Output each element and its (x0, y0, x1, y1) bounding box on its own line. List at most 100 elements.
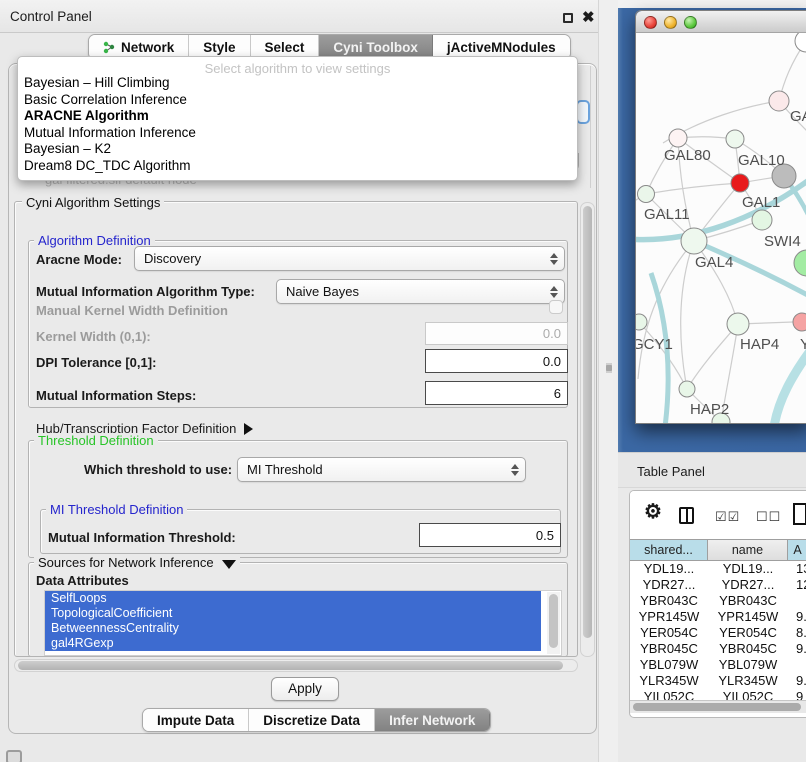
sources-toggle[interactable]: Sources for Network Inference (34, 555, 240, 570)
scrollbar-thumb[interactable] (583, 206, 592, 638)
deselect-all-columns-icon[interactable]: ☐☐ (756, 509, 781, 525)
scrollbar-thumb[interactable] (18, 661, 563, 670)
table-row[interactable]: YIL052CYIL052C9 (630, 689, 806, 700)
tab-infer-network[interactable]: Infer Network (375, 709, 490, 731)
table-horizontal-scrollbar[interactable] (630, 700, 806, 713)
close-icon[interactable]: ✖ (582, 8, 595, 26)
cell-value: 8. (788, 625, 806, 641)
tab-discretize-data[interactable]: Discretize Data (249, 709, 375, 731)
which-threshold-value: MI Threshold (247, 462, 323, 477)
aracne-mode-combo[interactable]: Discovery (134, 246, 565, 271)
close-traffic-light-icon[interactable] (644, 16, 657, 29)
column-header-name[interactable]: name (708, 540, 788, 560)
node-gal80[interactable] (669, 129, 687, 147)
tab-cyni-toolbox-label: Cyni Toolbox (333, 40, 418, 55)
tab-network-label: Network (121, 40, 174, 55)
node-hap4[interactable] (727, 313, 749, 335)
cell-value: 9 (788, 689, 806, 700)
cell-value: 9. (788, 673, 806, 689)
table-toolbar: ⚙ ☑☑ ☐☐ (630, 491, 806, 539)
split-pane-divider[interactable] (598, 0, 618, 762)
float-window-icon[interactable] (563, 13, 573, 23)
cell-shared-name: YBR045C (630, 641, 708, 657)
mi-threshold-input[interactable] (419, 523, 561, 547)
dropdown-item-selected[interactable]: ARACNE Algorithm (18, 108, 577, 125)
node-gal1-red[interactable] (731, 174, 749, 192)
node-gcy1[interactable] (636, 314, 647, 330)
divider-grip-icon[interactable] (606, 363, 612, 373)
list-item[interactable]: gal4RGexp (45, 636, 541, 651)
node-green-right[interactable] (794, 250, 806, 276)
scrollbar-thumb[interactable] (633, 703, 801, 711)
dpi-tolerance-input[interactable] (425, 349, 568, 373)
dropdown-item[interactable]: Dream8 DC_TDC Algorithm (18, 158, 577, 175)
export-table-icon[interactable] (793, 503, 806, 525)
dropdown-item[interactable]: Basic Correlation Inference (18, 92, 577, 109)
node-label: GAL10 (738, 152, 785, 169)
mi-steps-input[interactable] (425, 381, 568, 405)
dropdown-item[interactable]: Bayesian – Hill Climbing (18, 75, 577, 92)
data-attributes-list: SelfLoops TopologicalCoefficient Between… (44, 590, 562, 656)
attributes-scrollbar[interactable] (547, 592, 560, 654)
table-row[interactable]: YDR27...YDR27...12 (630, 577, 806, 593)
node-swi4[interactable] (752, 210, 772, 230)
network-node-labels: GAL GAL80 GAL10 GAL1 GAL11 SWI4 GAL4 GCY… (636, 108, 806, 418)
gear-icon[interactable]: ⚙ (644, 499, 662, 524)
table-body: YDL19...YDL19...13 YDR27...YDR27...12 YB… (630, 561, 806, 700)
node-y-cut[interactable] (793, 313, 806, 331)
combo-arrows-icon (511, 458, 519, 481)
network-window-titlebar[interactable] (636, 11, 806, 33)
cell-shared-name: YBL079W (630, 657, 708, 673)
node-gal-cut[interactable] (769, 91, 789, 111)
table-row[interactable]: YBL079WYBL079W (630, 657, 806, 673)
apply-button[interactable]: Apply (271, 677, 339, 701)
scrollbar-thumb[interactable] (549, 594, 558, 648)
aracne-mode-value: Discovery (144, 251, 201, 266)
tab-impute-data-label: Impute Data (157, 713, 234, 728)
mi-type-combo[interactable]: Naive Bayes (276, 279, 565, 304)
dropdown-item[interactable]: Bayesian – K2 (18, 141, 577, 158)
table-row[interactable]: YLR345WYLR345W9. (630, 673, 806, 689)
node-gal4[interactable] (681, 228, 707, 254)
tab-discretize-data-label: Discretize Data (263, 713, 360, 728)
control-panel-titlebar: Control Panel ✖ (0, 0, 598, 33)
select-all-columns-icon[interactable]: ☑☑ (715, 509, 740, 525)
node-label: Y (800, 336, 806, 353)
list-item[interactable]: BetweennessCentrality (45, 621, 541, 636)
node-gal11[interactable] (638, 186, 655, 203)
column-header-shared-name[interactable]: shared... (630, 540, 708, 560)
dropdown-item[interactable]: Mutual Information Inference (18, 125, 577, 142)
kernel-width-input[interactable] (425, 322, 568, 345)
tab-jactivemnodules-label: jActiveMNodules (447, 40, 556, 55)
zoom-traffic-light-icon[interactable] (684, 16, 697, 29)
node-gal10[interactable] (726, 130, 744, 148)
node-label: GAL80 (664, 147, 711, 164)
table-row[interactable]: YBR043CYBR043C (630, 593, 806, 609)
tab-impute-data[interactable]: Impute Data (143, 709, 249, 731)
node-hap2[interactable] (679, 381, 695, 397)
node-label: GCY1 (636, 336, 673, 353)
node-label: HAP2 (690, 401, 729, 418)
cell-name: YDL19... (708, 561, 788, 577)
column-header-partial[interactable]: A (788, 540, 806, 560)
list-item[interactable]: SelfLoops (45, 591, 541, 606)
table-row[interactable]: YER054CYER054C8. (630, 625, 806, 641)
cell-shared-name: YER054C (630, 625, 708, 641)
table-row[interactable]: YBR045CYBR045C9. (630, 641, 806, 657)
cell-name: YBR045C (708, 641, 788, 657)
settings-horizontal-scrollbar[interactable] (14, 659, 578, 672)
which-threshold-combo[interactable]: MI Threshold (237, 457, 526, 482)
minimize-traffic-light-icon[interactable] (664, 16, 677, 29)
split-columns-icon[interactable] (679, 507, 694, 524)
control-panel-title: Control Panel (10, 9, 92, 24)
minimized-panel-icon[interactable] (6, 750, 22, 762)
cyni-bottom-tabs: Impute Data Discretize Data Infer Networ… (142, 708, 491, 732)
table-row[interactable]: YDL19...YDL19...13 (630, 561, 806, 577)
cell-value (788, 593, 806, 609)
manual-kernel-checkbox[interactable] (549, 300, 563, 314)
network-canvas[interactable]: GAL GAL80 GAL10 GAL1 GAL11 SWI4 GAL4 GCY… (636, 33, 806, 423)
settings-vertical-scrollbar[interactable] (580, 202, 595, 657)
list-item[interactable]: TopologicalCoefficient (45, 606, 541, 621)
table-row[interactable]: YPR145WYPR145W9. (630, 609, 806, 625)
node-partial-top[interactable] (795, 33, 806, 52)
